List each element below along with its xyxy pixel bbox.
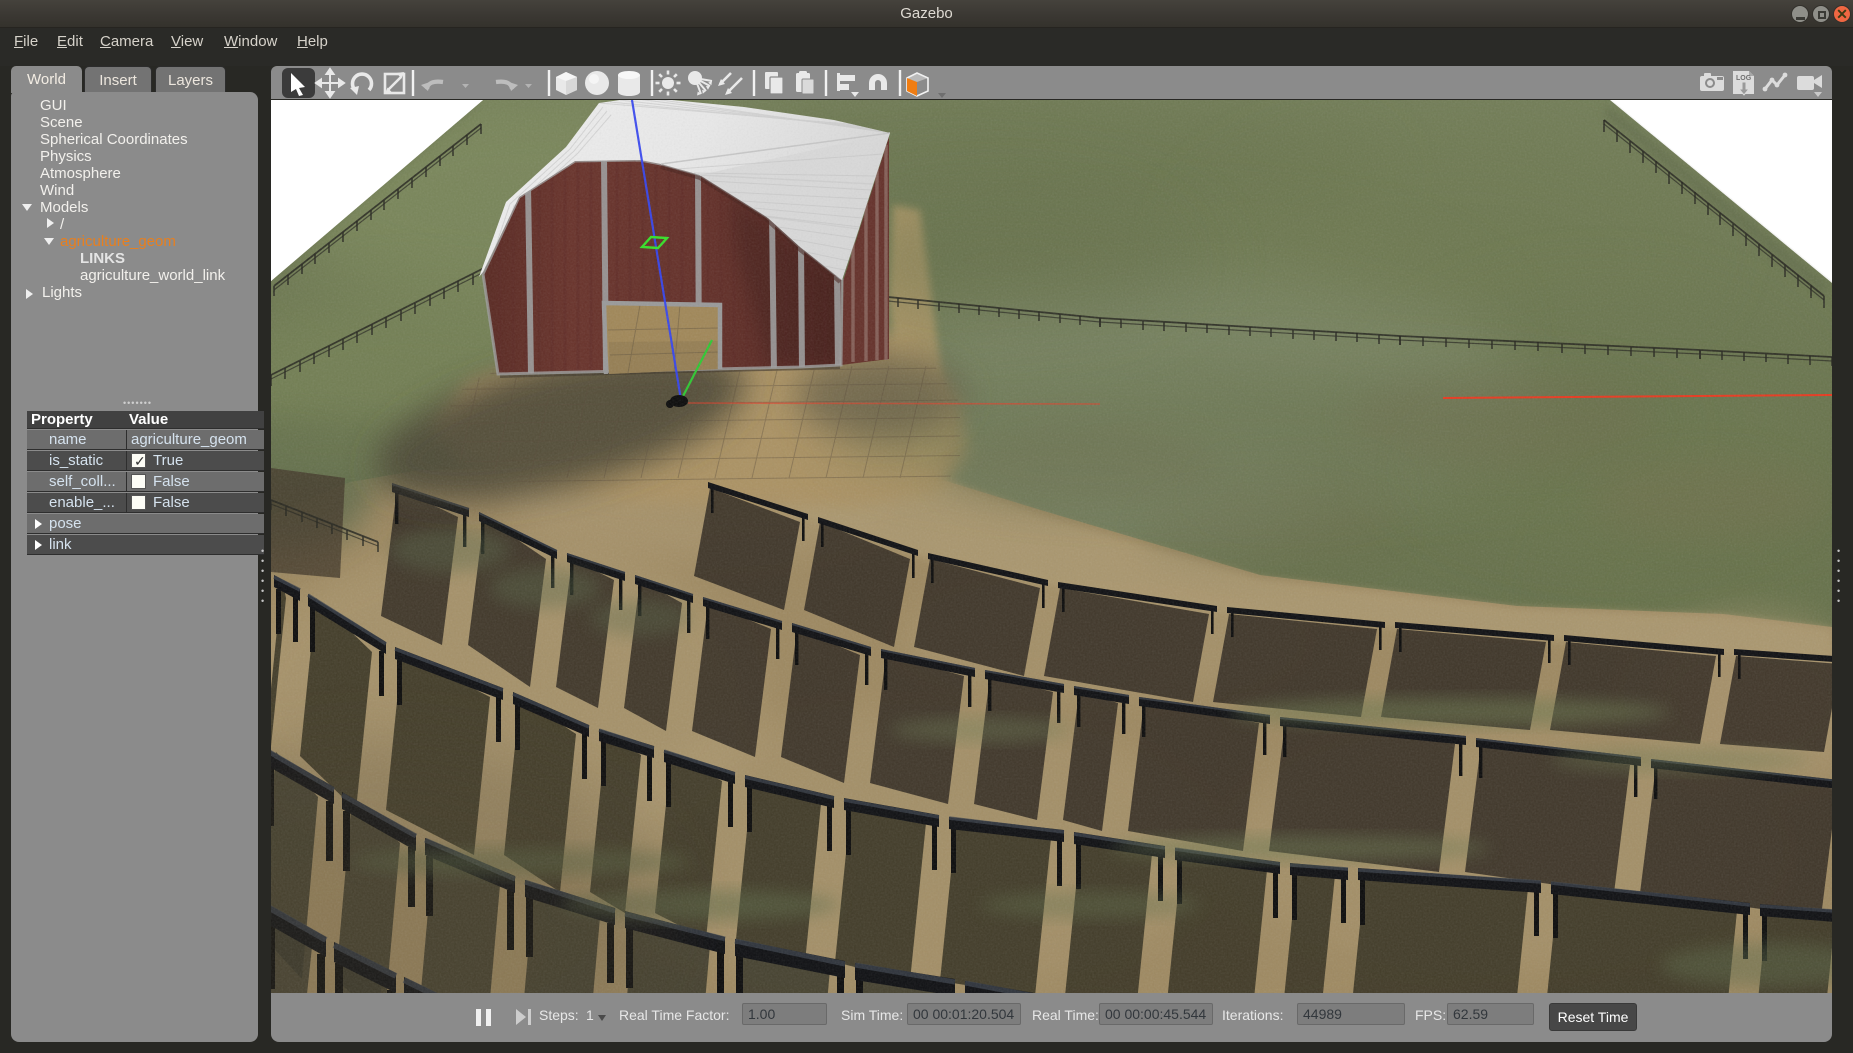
svg-text:LOG: LOG: [1736, 75, 1752, 82]
